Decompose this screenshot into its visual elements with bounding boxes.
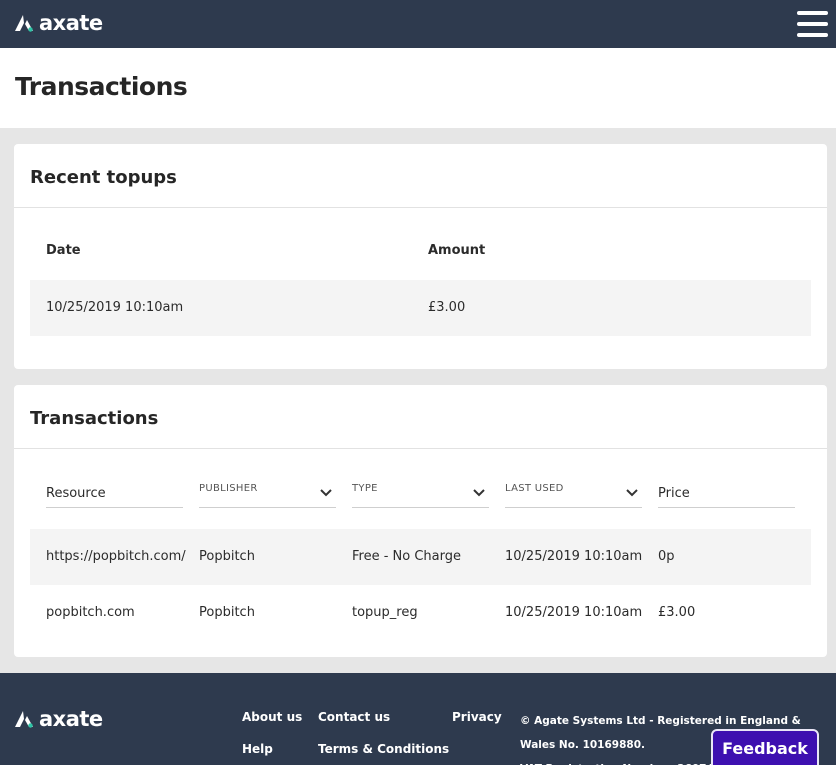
column-header-date: Date [46, 243, 81, 258]
publisher-header-label: PUBLISHER [199, 483, 258, 494]
footer-logo[interactable]: axate [14, 707, 103, 731]
publisher-filter-select[interactable]: PUBLISHER [199, 476, 336, 508]
type-filter-select[interactable]: TYPE [352, 476, 489, 508]
last-used-header-label: LAST USED [505, 483, 564, 494]
price-cell: 0p [658, 549, 675, 564]
axate-logo-icon [15, 15, 33, 32]
privacy-link[interactable]: Privacy [452, 710, 502, 724]
page-title: Transactions [15, 72, 188, 101]
chevron-down-icon [626, 489, 638, 497]
resource-link[interactable]: https://popbitch.com/ [46, 549, 186, 564]
terms-conditions-link[interactable]: Terms & Conditions [318, 742, 449, 756]
axate-logo[interactable]: axate [14, 11, 103, 35]
table-row: 10/25/2019 10:10am £3.00 [30, 280, 811, 336]
column-header-price[interactable]: Price [658, 476, 795, 508]
topup-amount: £3.00 [428, 300, 466, 315]
last-used-filter-select[interactable]: LAST USED [505, 476, 642, 508]
transactions-title: Transactions [30, 408, 159, 429]
price-header-label: Price [658, 486, 690, 501]
recent-topups-card: Recent topups Date Amount 10/25/2019 10:… [14, 144, 827, 369]
help-link[interactable]: Help [242, 742, 273, 756]
price-cell: £3.00 [658, 605, 696, 620]
column-header-amount: Amount [428, 243, 486, 258]
table-row: https://popbitch.com/ Popbitch Free - No… [30, 529, 811, 585]
top-navbar: axate [0, 0, 836, 48]
type-cell: topup_reg [352, 605, 418, 620]
publisher-cell: Popbitch [199, 605, 255, 620]
last-used-cell: 10/25/2019 10:10am [505, 605, 643, 620]
column-header-resource[interactable]: Resource [46, 476, 183, 508]
hamburger-menu-icon[interactable] [797, 11, 828, 37]
topup-date: 10/25/2019 10:10am [46, 300, 184, 315]
type-cell: Free - No Charge [352, 549, 462, 564]
type-header-label: TYPE [352, 483, 378, 494]
page-header: Transactions [0, 48, 836, 128]
publisher-cell: Popbitch [199, 549, 255, 564]
recent-topups-title: Recent topups [30, 167, 177, 188]
about-us-link[interactable]: About us [242, 710, 302, 724]
transactions-card: Transactions Resource PUBLISHER TYPE LAS… [14, 385, 827, 657]
card-divider [14, 448, 827, 449]
footer-logo-text: axate [39, 707, 103, 731]
card-divider [14, 207, 827, 208]
contact-us-link[interactable]: Contact us [318, 710, 390, 724]
table-row: popbitch.com Popbitch topup_reg 10/25/20… [30, 585, 811, 641]
last-used-cell: 10/25/2019 10:10am [505, 549, 643, 564]
chevron-down-icon [473, 489, 485, 497]
feedback-button[interactable]: Feedback [711, 729, 819, 765]
resource-link[interactable]: popbitch.com [46, 605, 135, 620]
chevron-down-icon [320, 489, 332, 497]
logo-text: axate [39, 11, 103, 35]
resource-header-label: Resource [46, 486, 106, 501]
axate-logo-icon [15, 711, 33, 728]
